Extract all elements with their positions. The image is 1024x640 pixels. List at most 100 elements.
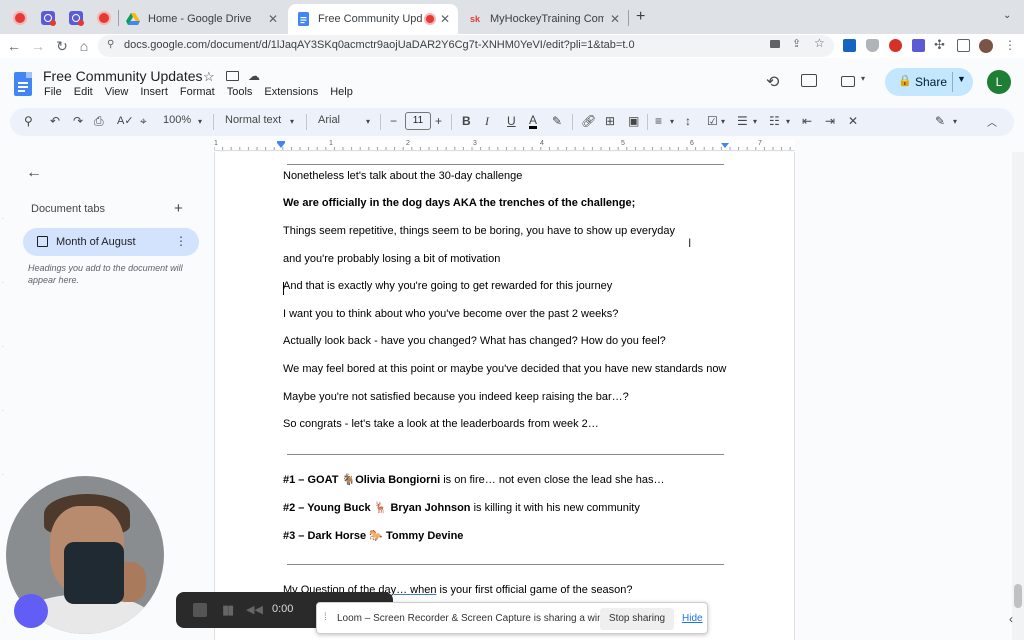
decrease-font-size-icon[interactable]: − bbox=[390, 114, 397, 128]
hide-link[interactable]: Hide bbox=[682, 613, 703, 624]
tab-free-community-updates[interactable]: Free Community Updates ✕ bbox=[288, 4, 458, 34]
print-icon[interactable]: ⎙ bbox=[94, 114, 104, 129]
loom-tab-2[interactable] bbox=[62, 6, 90, 30]
menu-help[interactable]: Help bbox=[330, 86, 353, 98]
paragraph[interactable]: We may feel bored at this point or maybe… bbox=[283, 363, 726, 375]
loom-extension-icon[interactable] bbox=[912, 39, 925, 52]
paragraph[interactable]: Things seem repetitive, things seem to b… bbox=[283, 225, 675, 237]
chevron-down-icon[interactable]: ▾ bbox=[198, 117, 202, 126]
star-icon[interactable]: ☆ bbox=[203, 69, 215, 85]
zoom-select[interactable]: 100% bbox=[163, 114, 191, 126]
bookmark-star-icon[interactable]: ☆ bbox=[814, 36, 825, 50]
paragraph[interactable]: Nonetheless let's talk about the 30-day … bbox=[283, 170, 522, 182]
scrollbar-thumb[interactable] bbox=[1014, 584, 1022, 608]
opera-extension-icon[interactable] bbox=[889, 39, 902, 52]
tab-google-drive[interactable]: Home - Google Drive ✕ bbox=[118, 4, 286, 34]
drag-handle-icon[interactable]: ⁞ bbox=[324, 612, 327, 623]
puzzle-extensions-icon[interactable]: ✣ bbox=[934, 37, 945, 53]
chevron-down-icon[interactable]: ⌄ bbox=[1003, 10, 1011, 21]
paragraph[interactable]: and you're probably losing a bit of moti… bbox=[283, 253, 500, 265]
back-arrow-icon[interactable]: ← bbox=[4, 36, 24, 56]
chevron-down-icon[interactable]: ▾ bbox=[786, 117, 790, 126]
menu-file[interactable]: File bbox=[44, 86, 62, 98]
add-comment-icon[interactable]: ⊞ bbox=[605, 114, 615, 128]
leaderboard-entry-2[interactable]: #2 – Young Buck 🦌 Bryan Johnson is killi… bbox=[283, 501, 640, 514]
tab-myhockeytraining[interactable]: sk MyHockeyTraining Community ✕ bbox=[460, 4, 628, 34]
chevron-down-icon[interactable]: ▾ bbox=[861, 74, 865, 83]
paragraph[interactable]: And that is exactly why you're going to … bbox=[283, 280, 612, 292]
chevron-down-icon[interactable]: ▼ bbox=[957, 74, 966, 84]
omnibox[interactable]: ⚲ docs.google.com/document/d/1lJaqAY3SKq… bbox=[98, 35, 834, 57]
close-tab-icon[interactable]: ✕ bbox=[440, 12, 450, 26]
align-icon[interactable]: ≡ bbox=[655, 114, 662, 128]
chevron-down-icon[interactable]: ▾ bbox=[721, 117, 725, 126]
font-select[interactable]: Arial bbox=[318, 114, 340, 126]
paint-format-icon[interactable]: ⌖ bbox=[140, 114, 147, 129]
bulleted-list-icon[interactable]: ☰ bbox=[737, 114, 748, 128]
loom-logo-icon[interactable] bbox=[14, 594, 48, 628]
undo-icon[interactable]: ↶ bbox=[50, 114, 60, 128]
menu-format[interactable]: Format bbox=[180, 86, 215, 98]
spellcheck-icon[interactable]: A✓ bbox=[117, 114, 134, 127]
new-tab-button[interactable]: + bbox=[636, 8, 645, 26]
question-link[interactable]: when bbox=[410, 584, 436, 596]
menu-extensions[interactable]: Extensions bbox=[264, 86, 318, 98]
menu-insert[interactable]: Insert bbox=[140, 86, 168, 98]
share-page-icon[interactable]: ⇪ bbox=[792, 37, 801, 50]
chevron-down-icon[interactable]: ▾ bbox=[366, 117, 370, 126]
meet-icon[interactable] bbox=[841, 76, 855, 87]
site-info-icon[interactable]: ⚲ bbox=[107, 39, 114, 50]
version-history-icon[interactable]: ⟲ bbox=[766, 72, 779, 92]
close-tab-icon[interactable]: ✕ bbox=[268, 12, 278, 26]
text-color-icon[interactable]: A bbox=[529, 114, 538, 129]
editing-mode-icon[interactable]: ✎ bbox=[935, 114, 945, 128]
document-page[interactable]: Nonetheless let's talk about the 30-day … bbox=[214, 152, 795, 640]
menu-tools[interactable]: Tools bbox=[227, 86, 253, 98]
reload-icon[interactable]: ↻ bbox=[52, 36, 72, 56]
pause-icon[interactable]: ▮▮ bbox=[222, 602, 234, 618]
show-side-panel-icon[interactable]: ‹ bbox=[1009, 612, 1013, 626]
insert-image-icon[interactable]: ▣ bbox=[628, 114, 639, 128]
horizontal-ruler[interactable]: 1 1 2 3 4 5 6 7 bbox=[214, 140, 795, 151]
home-icon[interactable]: ⌂ bbox=[74, 36, 94, 56]
profile-avatar[interactable] bbox=[979, 39, 993, 53]
line-spacing-icon[interactable]: ↕ bbox=[685, 114, 691, 128]
paragraph[interactable]: I want you to think about who you've bec… bbox=[283, 308, 618, 320]
stop-recording-icon[interactable] bbox=[193, 603, 207, 617]
paragraph[interactable]: So congrats - let's take a look at the l… bbox=[283, 418, 599, 430]
chevron-down-icon[interactable]: ▾ bbox=[290, 117, 294, 126]
url-text[interactable]: docs.google.com/document/d/1lJaqAY3SKq0a… bbox=[124, 39, 635, 51]
underline-icon[interactable]: U bbox=[507, 114, 516, 128]
restart-icon[interactable]: ◀◀ bbox=[246, 603, 263, 616]
comments-icon[interactable] bbox=[801, 74, 817, 87]
search-menus-icon[interactable]: ⚲ bbox=[24, 114, 33, 128]
add-tab-button[interactable]: + bbox=[174, 200, 183, 217]
chevron-down-icon[interactable]: ▾ bbox=[753, 117, 757, 126]
numbered-list-icon[interactable]: ☷ bbox=[769, 114, 780, 128]
document-title[interactable]: Free Community Updates bbox=[43, 68, 203, 84]
chevron-down-icon[interactable]: ▾ bbox=[953, 117, 957, 126]
menu-view[interactable]: View bbox=[105, 86, 129, 98]
recording-tab-2[interactable] bbox=[90, 6, 118, 30]
increase-font-size-icon[interactable]: + bbox=[435, 114, 442, 128]
side-panel-icon[interactable] bbox=[957, 39, 970, 52]
redo-icon[interactable]: ↷ bbox=[73, 114, 83, 128]
increase-indent-icon[interactable]: ⇥ bbox=[825, 114, 835, 128]
loom-tab[interactable] bbox=[34, 6, 62, 30]
close-tab-icon[interactable]: ✕ bbox=[610, 12, 620, 26]
recording-tab[interactable] bbox=[6, 6, 34, 30]
shield-extension-icon[interactable] bbox=[866, 39, 879, 52]
back-arrow-icon[interactable]: ← bbox=[26, 164, 42, 182]
menu-edit[interactable]: Edit bbox=[74, 86, 93, 98]
account-avatar[interactable]: L bbox=[987, 70, 1011, 94]
highlight-icon[interactable]: ✎ bbox=[552, 114, 562, 128]
tab-month-of-august[interactable]: Month of August ⋮ bbox=[23, 228, 199, 256]
forward-arrow-icon[interactable]: → bbox=[28, 36, 48, 56]
share-button[interactable]: 🔒 Share ▼ bbox=[885, 68, 973, 96]
italic-icon[interactable]: I bbox=[485, 114, 489, 129]
extension-icon[interactable] bbox=[843, 39, 856, 52]
more-options-icon[interactable]: ⋮ bbox=[175, 234, 187, 248]
leaderboard-entry-3[interactable]: #3 – Dark Horse 🐎 Tommy Devine bbox=[283, 529, 463, 542]
camera-in-use-icon[interactable] bbox=[770, 40, 780, 48]
font-size-input[interactable]: 11 bbox=[405, 112, 431, 130]
